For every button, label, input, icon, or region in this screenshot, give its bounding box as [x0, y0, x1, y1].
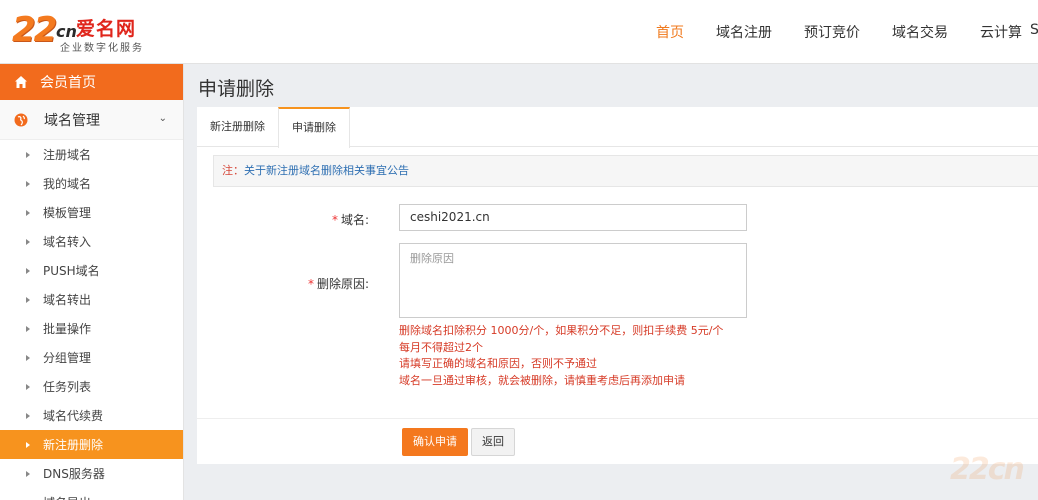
hint-line: 删除域名扣除积分 1000分/个，如果积分不足，则扣手续费 5元/个 — [399, 324, 724, 337]
caret-right-icon — [26, 412, 30, 419]
reason-label-row: * 删除原因: — [287, 275, 369, 292]
sidebar-item-label: 模板管理 — [43, 206, 92, 220]
caret-right-icon — [26, 325, 30, 332]
caret-right-icon — [26, 209, 30, 216]
caret-right-icon — [26, 151, 30, 158]
sidebar-item-label: 域名转出 — [43, 293, 92, 307]
caret-right-icon — [26, 296, 30, 303]
caret-right-icon — [26, 441, 30, 448]
sidebar-item[interactable]: 新注册删除 — [0, 430, 183, 459]
caret-right-icon — [26, 383, 30, 390]
reason-label: 删除原因: — [316, 277, 369, 291]
sidebar-item[interactable]: 分组管理 — [0, 343, 183, 372]
sidebar-item-label: 域名导出 — [43, 494, 91, 500]
sidebar-item[interactable]: 模板管理 — [0, 198, 183, 227]
tab-new-registration-delete[interactable]: 新注册删除 — [197, 107, 278, 147]
globe-icon — [14, 113, 28, 126]
sidebar-group-label: 域名管理 — [44, 112, 100, 129]
caret-right-icon — [26, 238, 30, 245]
sidebar-item-member-home[interactable]: 会员首页 — [0, 64, 183, 100]
notice-link[interactable]: 关于新注册域名删除相关事宜公告 — [244, 164, 409, 177]
sidebar-item-label: 域名转入 — [43, 235, 92, 249]
hint-line: 域名一旦通过审核，就会被删除，请慎重考虑后再添加申请 — [399, 373, 685, 387]
watermark-logo: 22cn — [950, 452, 1025, 487]
required-mark: * — [307, 277, 314, 291]
content-panel: 新注册删除 申请删除 注：关于新注册域名删除相关事宜公告 * 域名: ceshi2… — [197, 107, 1038, 464]
nav-item-booking-auction[interactable]: 预订竞价 — [804, 22, 860, 42]
page-title: 申请删除 — [198, 78, 275, 100]
sidebar-item-label: 新注册删除 — [43, 438, 104, 452]
sidebar-item[interactable]: PUSH域名 — [0, 256, 183, 285]
sidebar-item[interactable]: 我的域名 — [0, 169, 183, 198]
tab-bar: 新注册删除 申请删除 — [197, 107, 1038, 148]
sidebar-home-label: 会员首页 — [40, 75, 96, 91]
nav-item-home[interactable]: 首页 — [656, 22, 684, 42]
caret-right-icon — [26, 470, 30, 477]
home-icon — [15, 76, 27, 88]
sidebar: 会员首页 域名管理 ⌄ 注册域名我的域名模板管理域名转入 PUSH域名 域名转出批量… — [0, 64, 184, 500]
sidebar-group-domain-management[interactable]: 域名管理 ⌄ — [0, 100, 183, 140]
notice-prefix: 注： — [222, 164, 244, 177]
domain-label-row: * 域名: — [307, 211, 369, 228]
sidebar-item-label: 我的域名 — [43, 177, 92, 191]
reason-textarea[interactable]: 删除原因 — [399, 243, 747, 318]
sidebar-item[interactable]: 任务列表 — [0, 372, 183, 401]
sidebar-item[interactable]: 域名代续费 — [0, 401, 183, 430]
sidebar-item-label: 注册域名 — [43, 148, 92, 162]
sidebar-item[interactable]: 域名转入 — [0, 227, 183, 256]
back-button[interactable]: 返回 — [471, 428, 515, 456]
sidebar-item-label: 批量操作 — [43, 322, 92, 336]
caret-right-icon — [26, 354, 30, 361]
chevron-down-icon: ⌄ — [158, 113, 167, 124]
sidebar-item-label: 分组管理 — [43, 351, 92, 365]
logo-slogan: 企业数字化服务 — [60, 43, 144, 54]
logo-mark: 22 — [12, 10, 57, 50]
sidebar-item-label: DNS服务器 — [43, 467, 105, 481]
nav-item-domain-trade[interactable]: 域名交易 — [892, 22, 948, 42]
required-mark: * — [331, 213, 338, 227]
logo-name: 爱名网 — [76, 18, 137, 40]
hint-line: 每月不得超过2个 — [399, 340, 483, 354]
sidebar-item-label: PUSH域名 — [43, 264, 100, 278]
caret-right-icon — [26, 180, 30, 187]
nav-item-overflow[interactable]: S — [1030, 22, 1038, 38]
sidebar-item-label: 任务列表 — [43, 380, 92, 394]
sidebar-item[interactable]: 注册域名 — [0, 140, 183, 169]
sidebar-item[interactable]: 域名转出 — [0, 285, 183, 314]
tab-apply-delete[interactable]: 申请删除 — [278, 107, 350, 148]
sidebar-item[interactable]: 批量操作 — [0, 314, 183, 343]
confirm-apply-button[interactable]: 确认申请 — [402, 428, 468, 456]
nav-item-domain-register[interactable]: 域名注册 — [716, 22, 772, 42]
nav-item-cloud[interactable]: 云计算 — [980, 22, 1022, 42]
sidebar-item[interactable]: DNS服务器 — [0, 459, 183, 488]
site-logo[interactable]: 22 cn 爱名网 企业数字化服务 — [12, 10, 162, 56]
top-header: 22 cn 爱名网 企业数字化服务 首页 域名注册 预订竞价 域名交易 云计算 … — [0, 0, 1038, 64]
sidebar-item[interactable]: 域名导出 — [0, 488, 183, 500]
domain-label: 域名: — [340, 213, 369, 227]
domain-input[interactable]: ceshi2021.cn — [399, 204, 747, 231]
main-nav: 首页 域名注册 预订竞价 域名交易 云计算 — [640, 0, 1038, 64]
hint-line: 请填写正确的域名和原因，否则不予通过 — [399, 357, 597, 370]
divider — [197, 418, 1038, 419]
sidebar-item-label: 域名代续费 — [43, 409, 104, 423]
caret-right-icon — [26, 267, 30, 274]
notice-bar: 注：关于新注册域名删除相关事宜公告 — [213, 155, 1038, 187]
hint-list: 删除域名扣除积分 1000分/个，如果积分不足，则扣手续费 5元/个 每月不得超… — [399, 323, 723, 389]
